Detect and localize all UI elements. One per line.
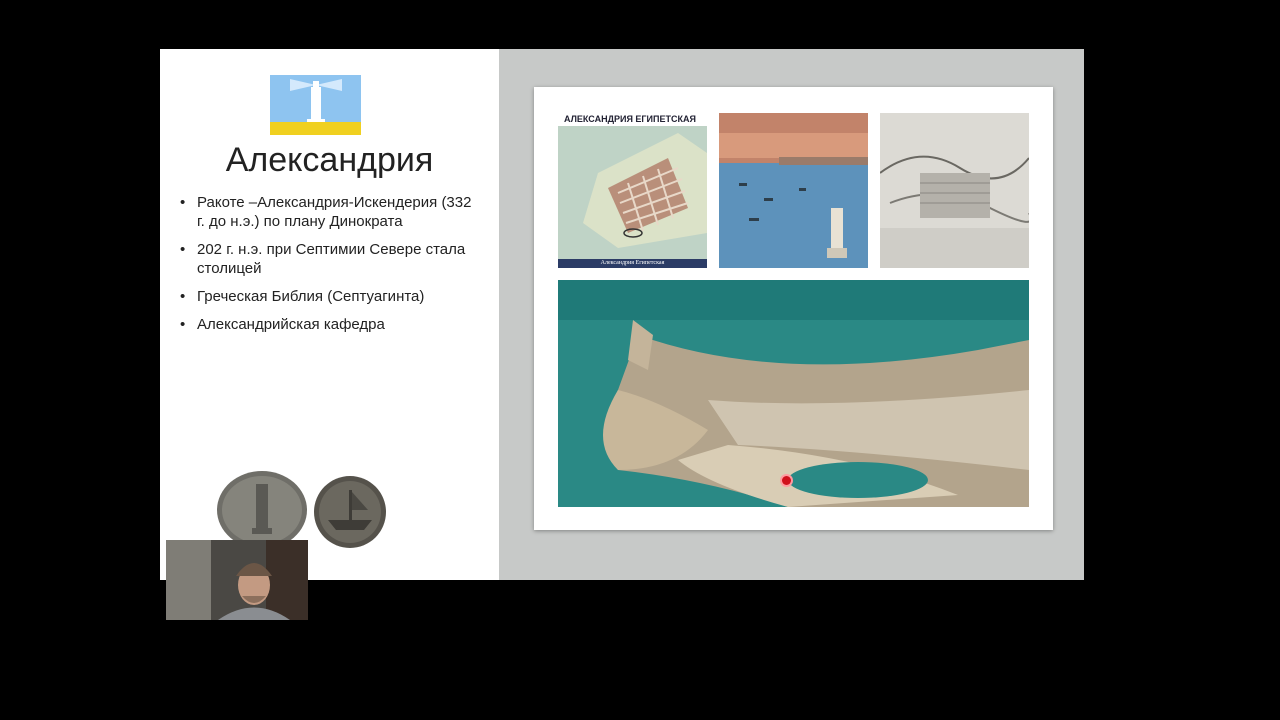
engraved-map-image [880, 113, 1029, 268]
presenter-video [166, 540, 308, 620]
slide-right-panel: АЛЕКСАНДРИЯ ЕГИПЕТСКАЯ Александрия Египе… [499, 49, 1084, 580]
aerial-drawing [558, 280, 1029, 507]
bullet-item: Александрийская кафедра [180, 315, 480, 334]
laser-pointer-dot [782, 476, 791, 485]
harbor-painting-image [719, 113, 868, 268]
map-drawing [558, 126, 707, 259]
aerial-photo-image [558, 280, 1029, 507]
map-caption: Александрия Египетская [558, 259, 707, 268]
bullet-item: Греческая Библия (Септуагинта) [180, 287, 480, 306]
coins-image [216, 470, 392, 550]
coin-icon [217, 471, 386, 549]
slide-title: Александрия [225, 141, 434, 179]
slide: Александрия Ракоте –Александрия-Искендер… [160, 49, 1084, 580]
flag-stripe [270, 122, 361, 135]
bullet-list: Ракоте –Александрия-Искендерия (332 г. д… [180, 193, 480, 343]
webcam-overlay [166, 540, 308, 620]
bullet-item: 202 г. н.э. при Септимии Севере стала ст… [180, 240, 480, 278]
alexandria-flag-image [270, 75, 361, 135]
bullet-item: Ракоте –Александрия-Искендерия (332 г. д… [180, 193, 480, 231]
image-collage-card: АЛЕКСАНДРИЯ ЕГИПЕТСКАЯ Александрия Египе… [534, 87, 1053, 530]
ancient-map-image: АЛЕКСАНДРИЯ ЕГИПЕТСКАЯ Александрия Египе… [558, 113, 707, 268]
engraving-drawing [880, 113, 1029, 268]
slide-left-panel: Александрия Ракоте –Александрия-Искендер… [160, 49, 499, 580]
harbor-drawing [719, 113, 868, 268]
